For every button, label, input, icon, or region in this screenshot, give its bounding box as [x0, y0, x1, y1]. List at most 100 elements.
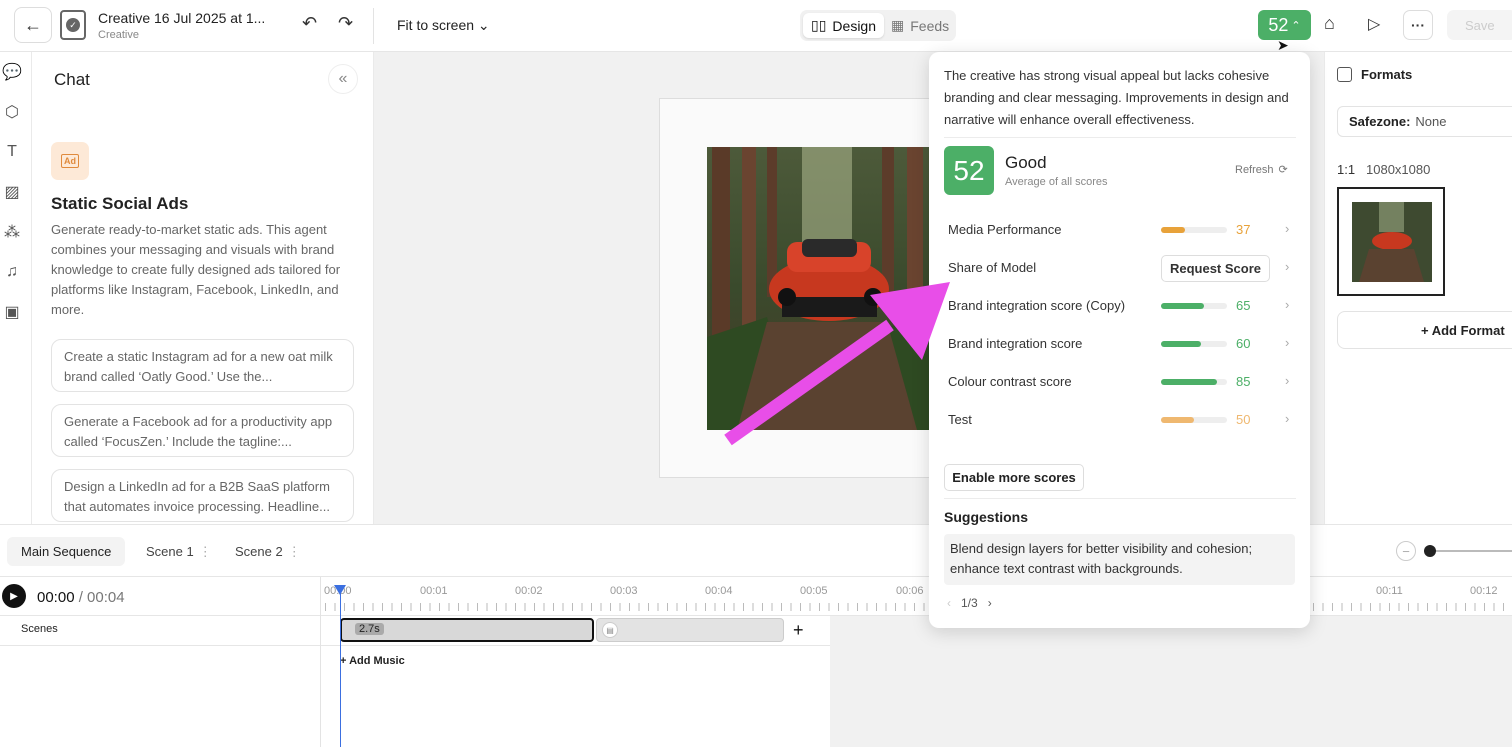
chevron-right-icon: ›	[1285, 335, 1290, 350]
metric-row[interactable]: Brand integration score (Copy) 65 ›	[948, 295, 1293, 315]
tab-design[interactable]: ▯▯ Design	[803, 13, 885, 38]
metric-value: 50	[1236, 412, 1251, 427]
more-options-button[interactable]: ···	[1403, 10, 1433, 40]
scene-clip-2[interactable]: ▤	[596, 618, 784, 642]
metric-bar-fill	[1161, 303, 1204, 309]
format-thumbnail[interactable]	[1337, 187, 1445, 296]
creative-title[interactable]: Creative 16 Jul 2025 at 1...	[98, 10, 265, 26]
refresh-button[interactable]: Refresh ⟳	[1235, 163, 1288, 177]
safezone-select[interactable]: Safezone: None	[1337, 106, 1512, 137]
save-button[interactable]: Save	[1447, 10, 1512, 40]
undo-icon[interactable]: ↶	[302, 13, 317, 34]
scenes-track-label: Scenes	[21, 623, 58, 635]
tick-label: 00:06	[896, 585, 924, 597]
template-icon[interactable]: ▣	[2, 302, 22, 322]
metric-row[interactable]: Colour contrast score 85 ›	[948, 371, 1293, 391]
check-icon: ✓	[66, 18, 80, 32]
metric-row[interactable]: Test 50 ›	[948, 409, 1293, 429]
formats-panel: Formats Safezone: None 1:1 1080x1080 + A…	[1324, 52, 1512, 524]
scene-icon: ▤	[602, 622, 618, 638]
tab-feeds[interactable]: ▦ Feeds	[883, 13, 957, 38]
kebab-icon[interactable]: ⋮	[199, 544, 212, 560]
formats-icon	[1337, 67, 1352, 82]
pager-label: 1/3	[961, 596, 978, 610]
play-button[interactable]: ▶	[2, 584, 26, 608]
safezone-label: Safezone:	[1349, 114, 1411, 129]
grid-icon: ▦	[891, 17, 905, 33]
clip-duration: 2.7s	[355, 623, 384, 635]
redo-icon[interactable]: ↷	[338, 13, 353, 34]
chevron-right-icon[interactable]: ›	[988, 596, 992, 610]
zoom-slider-track[interactable]	[1430, 550, 1512, 552]
music-icon[interactable]: ♫	[2, 262, 22, 282]
zoom-slider-handle[interactable]	[1424, 545, 1436, 557]
playhead-handle[interactable]	[334, 585, 346, 595]
zoom-out-button[interactable]: −	[1396, 541, 1416, 561]
collapse-panel-button[interactable]: «	[328, 64, 358, 94]
chevron-down-icon: ⌄	[477, 17, 490, 33]
prompt-suggestion[interactable]: Create a static Instagram ad for a new o…	[51, 339, 354, 392]
metric-value: 85	[1236, 374, 1251, 389]
tab-main-sequence[interactable]: Main Sequence	[7, 537, 126, 566]
divider	[944, 498, 1296, 499]
annotation-arrow-head	[870, 282, 950, 360]
tab-scene-1-label: Scene 1	[146, 544, 194, 559]
add-music-button[interactable]: + Add Music	[340, 655, 405, 667]
kebab-icon[interactable]: ⋮	[288, 544, 301, 560]
double-chevron-left-icon: «	[338, 70, 348, 87]
score-badge-button[interactable]: 52 ⌃	[1258, 10, 1311, 40]
playhead[interactable]	[340, 585, 341, 747]
annotation-arrow-shaft	[724, 319, 894, 446]
tick-label: 00:02	[515, 585, 543, 597]
chat-panel: Chat « Ad Static Social Ads Generate rea…	[32, 52, 374, 524]
suggestion-text: Blend design layers for better visibilit…	[944, 534, 1295, 585]
chevron-up-icon: ⌃	[1291, 19, 1301, 32]
prompt-suggestion[interactable]: Generate a Facebook ad for a productivit…	[51, 404, 354, 457]
format-thumbnail-image	[1339, 189, 1443, 294]
request-score-button[interactable]: Request Score	[1161, 255, 1270, 282]
metric-bar	[1161, 303, 1227, 309]
design-icon: ▯▯	[811, 17, 827, 33]
chevron-right-icon: ›	[1285, 373, 1290, 388]
score-badge-value: 52	[1268, 14, 1289, 35]
chat-sparkle-icon[interactable]: 💬	[2, 62, 22, 82]
suggestions-title: Suggestions	[944, 509, 1029, 525]
fit-to-screen-dropdown[interactable]: Fit to screen ⌄	[397, 17, 490, 34]
agent-description: Generate ready-to-market static ads. Thi…	[51, 222, 341, 317]
timeline-ruler[interactable]	[325, 603, 1512, 611]
tab-main-sequence-label: Main Sequence	[21, 544, 112, 559]
chevron-right-icon: ›	[1285, 259, 1290, 274]
score-popover: The creative has strong visual appeal bu…	[929, 52, 1310, 628]
hexagon-icon[interactable]: ⬡	[2, 102, 22, 122]
ad-icon: Ad	[61, 154, 79, 168]
time-total: / 00:04	[78, 589, 125, 606]
metric-value: 65	[1236, 298, 1251, 313]
enable-more-scores-button[interactable]: Enable more scores	[944, 464, 1084, 491]
timecode: 00:00 / 00:04	[37, 589, 125, 606]
metric-value: 60	[1236, 336, 1251, 351]
format-dimensions: 1080x1080	[1366, 162, 1431, 177]
metric-row[interactable]: Media Performance 37 ›	[948, 219, 1293, 239]
image-icon[interactable]: ▨	[2, 182, 22, 202]
overall-score: 52	[944, 146, 994, 195]
chevron-left-icon[interactable]: ‹	[947, 596, 951, 610]
preview-play-icon[interactable]: ▷	[1368, 14, 1380, 34]
metric-label: Brand integration score (Copy)	[948, 298, 1126, 313]
tab-scene-2[interactable]: Scene 2 ⋮	[221, 537, 315, 566]
add-format-button[interactable]: + Add Format	[1337, 311, 1512, 349]
score-summary: The creative has strong visual appeal bu…	[944, 68, 1289, 127]
add-scene-icon[interactable]: +	[793, 620, 804, 641]
metric-row[interactable]: Brand integration score 60 ›	[948, 333, 1293, 353]
metric-bar	[1161, 341, 1227, 347]
text-icon[interactable]: T	[2, 142, 22, 162]
tab-scene-1[interactable]: Scene 1 ⋮	[132, 537, 226, 566]
elements-icon[interactable]: ⁂	[2, 222, 22, 242]
formats-title: Formats	[1361, 67, 1413, 82]
scene-clip-1[interactable]: 2.7s	[340, 618, 594, 642]
prompt-suggestion[interactable]: Design a LinkedIn ad for a B2B SaaS plat…	[51, 469, 354, 522]
tag-icon[interactable]: ⌂	[1324, 13, 1335, 34]
divider	[373, 8, 374, 44]
tick-label: 00:05	[800, 585, 828, 597]
metric-row[interactable]: Share of Model Request Score ›	[948, 255, 1293, 282]
back-button[interactable]: ←	[14, 7, 52, 43]
